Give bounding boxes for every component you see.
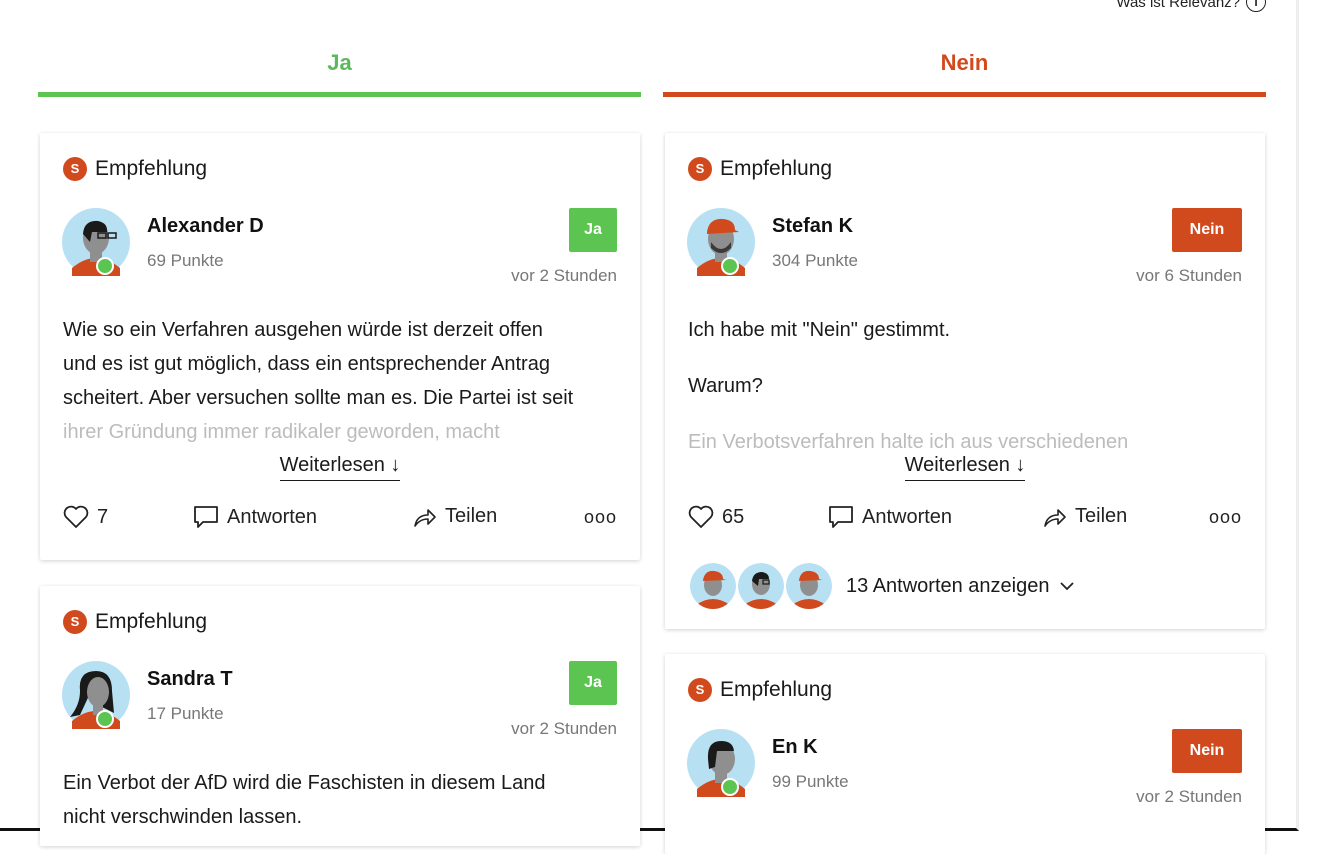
comment-card: S Empfehlung Alexander D 69 Punkte Ja vo… [40, 133, 640, 560]
reply-button[interactable]: Antworten [193, 505, 317, 529]
recommendation-tag: S Empfehlung [688, 157, 832, 181]
author-points: 99 Punkte [772, 772, 849, 791]
comment-line: nicht verschwinden lassen. [63, 806, 303, 828]
column-bar-no [663, 92, 1266, 97]
like-button[interactable]: 7 [63, 505, 108, 529]
share-button[interactable]: Teilen [1043, 505, 1127, 528]
author-points: 17 Punkte [147, 704, 224, 723]
vote-badge: Ja [569, 208, 617, 252]
chevron-down-icon [1059, 582, 1074, 591]
online-status-dot [96, 710, 114, 728]
timestamp: vor 2 Stunden [511, 719, 617, 738]
comment-line: Ich habe mit "Nein" gestimmt. [688, 319, 951, 341]
author-name[interactable]: Stefan K [772, 215, 853, 238]
share-arrow-icon [414, 508, 436, 527]
comment-line: Ein Verbot der AfD wird die Faschisten i… [63, 772, 546, 794]
reply-label: Antworten [862, 505, 953, 528]
comment-card: S Empfehlung En K 99 Punkte Nein vor 2 S… [665, 654, 1265, 854]
share-label: Teilen [445, 505, 498, 527]
comment-faded-line: ihrer Gründung immer radikaler geworden,… [63, 421, 500, 443]
recommendation-tag: S Empfehlung [63, 610, 207, 634]
share-arrow-icon [1044, 508, 1066, 527]
like-button[interactable]: 65 [688, 505, 744, 529]
read-more-link[interactable]: Weiterlesen ↓ [904, 454, 1026, 481]
recommendation-badge-icon: S [63, 157, 87, 181]
column-bar-yes [38, 92, 641, 97]
like-count: 65 [722, 505, 745, 528]
recommendation-badge-icon: S [688, 678, 712, 702]
reply-avatar [736, 561, 786, 611]
comment-line: Warum? [688, 375, 763, 397]
speech-bubble-icon [829, 506, 853, 528]
heart-icon [688, 505, 714, 528]
recommendation-label: Empfehlung [95, 610, 208, 633]
online-status-dot [721, 778, 739, 796]
relevance-info-link[interactable]: Was ist Relevanz? i [1116, 0, 1266, 12]
info-icon: i [1246, 0, 1266, 12]
author-name[interactable]: Alexander D [147, 215, 264, 238]
more-options-icon[interactable]: ooo [1209, 507, 1242, 528]
author-name[interactable]: Sandra T [147, 668, 233, 691]
reply-avatar [784, 561, 834, 611]
comment-line: Wie so ein Verfahren ausgehen würde ist … [63, 319, 543, 341]
comment-line: scheitert. Aber versuchen sollte man es.… [63, 387, 574, 409]
replies-label-wrap: 13 Antworten anzeigen [846, 575, 1074, 598]
reply-label: Antworten [227, 505, 318, 528]
reply-avatar [688, 561, 738, 611]
comment-body: Ein Verbot der AfD wird die Faschisten i… [63, 766, 617, 834]
comment-line: und es ist gut möglich, dass ein entspre… [63, 353, 550, 375]
online-status-dot [96, 257, 114, 275]
share-label: Teilen [1075, 505, 1128, 527]
recommendation-badge-icon: S [63, 610, 87, 634]
timestamp: vor 2 Stunden [1136, 787, 1242, 806]
vote-badge: Ja [569, 661, 617, 705]
column-title-no: Nein [940, 50, 989, 75]
recommendation-tag: S Empfehlung [63, 157, 207, 181]
replies-count-label: 13 Antworten anzeigen [846, 574, 1050, 597]
author-points: 69 Punkte [147, 251, 224, 270]
action-bar: 7 Antworten Teilen ooo [63, 505, 617, 535]
column-title-yes: Ja [327, 50, 352, 75]
recommendation-label: Empfehlung [720, 678, 833, 701]
column-header-yes: Ja [38, 50, 641, 97]
vote-badge: Nein [1172, 729, 1242, 773]
like-count: 7 [97, 505, 109, 528]
comment-card: S Empfehlung Stefan K 304 Punkte Nein vo… [665, 133, 1265, 629]
read-more-wrap: Weiterlesen ↓ [40, 454, 640, 481]
more-options-icon[interactable]: ooo [584, 507, 617, 528]
read-more-wrap: Weiterlesen ↓ [665, 454, 1265, 481]
online-status-dot [721, 257, 739, 275]
comment-body: Wie so ein Verfahren ausgehen würde ist … [63, 313, 617, 449]
relevance-label: Was ist Relevanz? [1116, 0, 1240, 11]
vote-badge: Nein [1172, 208, 1242, 252]
share-button[interactable]: Teilen [413, 505, 497, 528]
column-header-no: Nein [663, 50, 1266, 97]
author-points: 304 Punkte [772, 251, 859, 270]
recommendation-badge-icon: S [688, 157, 712, 181]
recommendation-label: Empfehlung [95, 157, 208, 180]
heart-icon [63, 505, 89, 528]
action-bar: 65 Antworten Teilen ooo [688, 505, 1242, 535]
recommendation-label: Empfehlung [720, 157, 833, 180]
replies-toggle[interactable]: 13 Antworten anzeigen [688, 561, 1074, 611]
comment-card: S Empfehlung Sandra T 17 Punkte Ja vor 2… [40, 586, 640, 846]
speech-bubble-icon [194, 506, 218, 528]
author-name[interactable]: En K [772, 736, 818, 759]
comment-body: Ich habe mit "Nein" gestimmt. Warum? Ein… [688, 313, 1242, 459]
timestamp: vor 6 Stunden [1136, 266, 1242, 285]
read-more-link[interactable]: Weiterlesen ↓ [279, 454, 401, 481]
reply-button[interactable]: Antworten [828, 505, 952, 529]
recommendation-tag: S Empfehlung [688, 678, 832, 702]
timestamp: vor 2 Stunden [511, 266, 617, 285]
